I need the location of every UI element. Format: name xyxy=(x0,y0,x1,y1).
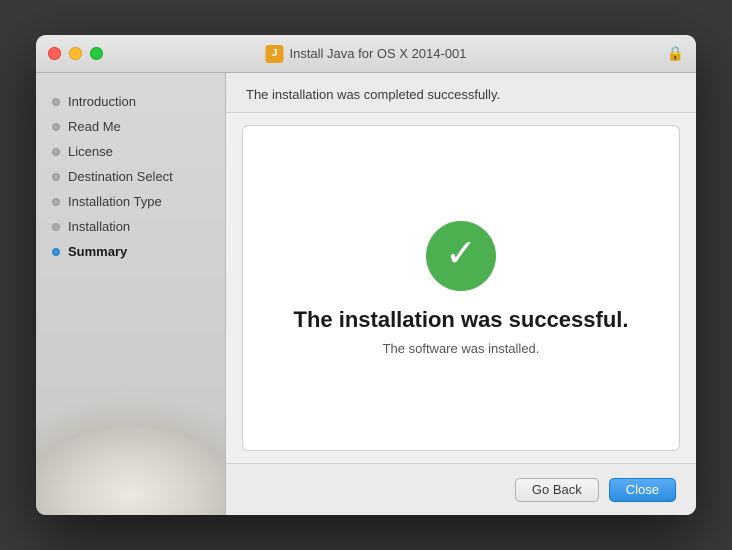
maximize-button[interactable] xyxy=(90,47,103,60)
sidebar-item-introduction[interactable]: Introduction xyxy=(36,89,225,114)
sidebar-item-installation[interactable]: Installation xyxy=(36,214,225,239)
bottom-bar: Go Back Close xyxy=(226,463,696,515)
top-message: The installation was completed successfu… xyxy=(226,73,696,113)
window-title-area: J Install Java for OS X 2014-001 xyxy=(265,45,466,63)
lock-icon: 🔒 xyxy=(667,45,684,62)
dot-installation-type xyxy=(52,198,60,206)
sidebar-item-readme[interactable]: Read Me xyxy=(36,114,225,139)
dot-license xyxy=(52,148,60,156)
sidebar-label-introduction: Introduction xyxy=(68,94,136,109)
sidebar-item-installation-type[interactable]: Installation Type xyxy=(36,189,225,214)
success-icon-circle: ✓ xyxy=(426,221,496,291)
close-button-main[interactable]: Close xyxy=(609,478,676,502)
sidebar-label-destination-select: Destination Select xyxy=(68,169,173,184)
window-title: Install Java for OS X 2014-001 xyxy=(289,46,466,61)
success-title: The installation was successful. xyxy=(294,307,629,333)
main-panel: The installation was completed successfu… xyxy=(226,73,696,515)
dot-installation xyxy=(52,223,60,231)
success-subtitle: The software was installed. xyxy=(383,341,540,356)
dot-summary xyxy=(52,248,60,256)
top-message-text: The installation was completed successfu… xyxy=(246,87,500,102)
sidebar-item-license[interactable]: License xyxy=(36,139,225,164)
sidebar-label-license: License xyxy=(68,144,113,159)
sidebar-label-readme: Read Me xyxy=(68,119,121,134)
close-button[interactable] xyxy=(48,47,61,60)
dot-introduction xyxy=(52,98,60,106)
dot-readme xyxy=(52,123,60,131)
java-icon: J xyxy=(265,45,283,63)
sidebar-label-summary: Summary xyxy=(68,244,127,259)
sidebar-item-summary[interactable]: Summary xyxy=(36,239,225,264)
success-area: ✓ The installation was successful. The s… xyxy=(242,125,680,451)
sidebar: Introduction Read Me License Destination… xyxy=(36,73,226,515)
checkmark-icon: ✓ xyxy=(445,235,477,273)
sidebar-decoration xyxy=(36,375,226,515)
traffic-lights xyxy=(48,47,103,60)
sidebar-label-installation-type: Installation Type xyxy=(68,194,162,209)
minimize-button[interactable] xyxy=(69,47,82,60)
content-area: Introduction Read Me License Destination… xyxy=(36,73,696,515)
titlebar: J Install Java for OS X 2014-001 🔒 xyxy=(36,35,696,73)
go-back-button[interactable]: Go Back xyxy=(515,478,599,502)
sidebar-item-destination-select[interactable]: Destination Select xyxy=(36,164,225,189)
sidebar-label-installation: Installation xyxy=(68,219,130,234)
installer-window: J Install Java for OS X 2014-001 🔒 Intro… xyxy=(36,35,696,515)
dot-destination-select xyxy=(52,173,60,181)
